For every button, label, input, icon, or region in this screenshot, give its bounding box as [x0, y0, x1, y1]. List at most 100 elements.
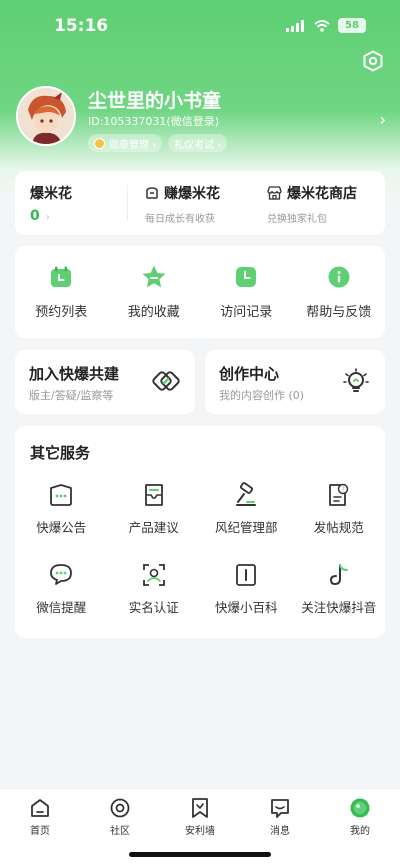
quick-item-reservations[interactable]: 预约列表: [15, 264, 108, 320]
status-time: 15:16: [54, 16, 109, 36]
service-posting-rules[interactable]: ? 发帖规范: [293, 482, 386, 536]
service-announcement[interactable]: 快爆公告: [15, 482, 108, 536]
service-label: 关注快爆抖音: [301, 600, 377, 615]
piggy-bank-icon: [146, 187, 158, 199]
book-icon: [236, 564, 257, 586]
clock-icon: [233, 264, 259, 290]
service-follow-douyin[interactable]: 关注快爆抖音: [293, 562, 386, 616]
status-icons: 58: [286, 18, 366, 33]
popcorn-shop-title-row: 爆米花商店: [267, 183, 357, 203]
shop-icon: [267, 186, 282, 200]
wechat-icon: [50, 564, 73, 585]
service-discipline[interactable]: 风纪管理部: [200, 482, 293, 536]
svg-text:?: ?: [341, 486, 345, 494]
quick-actions-card: 预约列表 我的收藏 访问记录 帮助与反馈: [15, 246, 385, 338]
creation-center-title: 创作中心: [219, 365, 280, 383]
join-co-build-card[interactable]: 加入快爆共建 版主/答疑/监察等: [15, 350, 195, 414]
calendar-icon: [48, 264, 74, 290]
etiquette-exam-tag[interactable]: 礼仪考试 ›: [168, 134, 228, 152]
medal-management-tag[interactable]: 勋章管理 ›: [88, 134, 163, 152]
popcorn-count-arrow: ›: [45, 212, 50, 223]
quick-item-favorites[interactable]: 我的收藏: [108, 264, 201, 320]
quick-item-history[interactable]: 访问记录: [200, 264, 293, 320]
profile-section[interactable]: 尘世里的小书童 ID:105337031(微信登录) 勋章管理 › 礼仪考试 ›…: [16, 86, 386, 156]
quick-item-help[interactable]: 帮助与反馈: [293, 264, 386, 320]
service-real-name-auth[interactable]: 实名认证: [108, 562, 201, 616]
quick-actions-grid: 预约列表 我的收藏 访问记录 帮助与反馈: [15, 264, 385, 320]
tab-label: 消息: [270, 826, 290, 837]
popcorn-count: 0 ›: [30, 208, 72, 224]
home-indicator[interactable]: [129, 852, 271, 857]
services-row: 微信提醒 实名认证 快爆小百科 关注快爆抖音: [15, 562, 385, 616]
popcorn-count-value: 0: [30, 208, 40, 224]
earn-popcorn-title-row: 赚爆米花: [145, 183, 220, 203]
face-scan-icon: [142, 564, 165, 586]
quick-label: 预约列表: [35, 305, 88, 320]
status-bar: 15:16 58: [0, 0, 400, 54]
service-encyclopedia[interactable]: 快爆小百科: [200, 562, 293, 616]
service-label: 发帖规范: [313, 520, 364, 535]
popcorn-shop-title: 爆米花商店: [287, 186, 357, 202]
popcorn-card: 爆米花 0 › 赚爆米花 每日成长有收获 爆米花商店 兑换独家礼包: [15, 171, 385, 235]
settings-hexagon-icon[interactable]: [362, 50, 384, 72]
quick-label: 帮助与反馈: [306, 305, 372, 320]
bookmark-icon: [192, 798, 208, 818]
earn-popcorn[interactable]: 赚爆米花 每日成长有收获: [145, 183, 220, 225]
chevron-right-icon[interactable]: ›: [380, 110, 386, 129]
service-label: 实名认证: [128, 600, 179, 615]
service-wechat-reminder[interactable]: 微信提醒: [15, 562, 108, 616]
service-label: 微信提醒: [36, 600, 87, 615]
popcorn-balance[interactable]: 爆米花 0 ›: [30, 183, 72, 224]
medal-icon: [94, 137, 105, 149]
profile-tags: 勋章管理 › 礼仪考试 ›: [88, 134, 228, 152]
community-icon: [110, 798, 130, 818]
rules-icon: ?: [328, 483, 348, 506]
star-icon: [141, 264, 167, 290]
service-label: 快爆小百科: [214, 600, 278, 615]
etiquette-exam-label: 礼仪考试 ›: [174, 139, 222, 151]
profile-name: 尘世里的小书童: [88, 90, 222, 112]
tab-label: 首页: [30, 826, 50, 837]
quick-label: 我的收藏: [127, 305, 180, 320]
gavel-icon: [236, 482, 257, 506]
creation-center-sub: 我的内容创作 (0): [219, 389, 305, 402]
avatar[interactable]: [16, 86, 76, 146]
popcorn-shop-sub: 兑换独家礼包: [267, 214, 327, 225]
tab-label: 社区: [110, 826, 130, 837]
avatar-illustration: [18, 88, 74, 144]
wifi-icon: [314, 19, 330, 32]
lightbulb-icon: [343, 368, 369, 392]
tab-label: 安利墙: [185, 826, 215, 837]
join-co-build-sub: 版主/答疑/监察等: [29, 389, 114, 402]
services-title: 其它服务: [30, 444, 91, 462]
handshake-icon: [152, 371, 180, 391]
earn-popcorn-sub: 每日成长有收获: [145, 214, 215, 225]
services-row: 快爆公告 产品建议 风纪管理部 ? 发帖规范: [15, 482, 385, 536]
tiktok-icon: [329, 564, 348, 586]
message-icon: [271, 799, 289, 818]
creation-center-card[interactable]: 创作中心 我的内容创作 (0): [205, 350, 385, 414]
popcorn-title: 爆米花: [30, 186, 72, 202]
tab-label: 我的: [350, 826, 370, 837]
medal-management-label: 勋章管理 ›: [109, 139, 157, 151]
battery-icon: 58: [338, 18, 366, 33]
divider: [127, 185, 128, 221]
tab-profile[interactable]: 我的: [320, 797, 400, 837]
join-co-build-title: 加入快爆共建: [29, 365, 120, 383]
tab-community[interactable]: 社区: [80, 797, 160, 837]
service-suggestion[interactable]: 产品建议: [108, 482, 201, 536]
suggestion-icon: [144, 484, 163, 506]
profile-id: ID:105337031(微信登录): [88, 115, 219, 128]
tab-recommend-wall[interactable]: 安利墙: [160, 797, 240, 837]
home-icon: [31, 799, 49, 817]
service-label: 风纪管理部: [214, 520, 278, 535]
info-icon: [326, 264, 352, 290]
quick-label: 访问记录: [220, 305, 273, 320]
tab-messages[interactable]: 消息: [240, 797, 320, 837]
popcorn-shop[interactable]: 爆米花商店 兑换独家礼包: [267, 183, 357, 225]
other-services-card: 其它服务 快爆公告 产品建议 风纪管理部 ? 发帖规范 微信提醒 实名认证 快爆…: [15, 426, 385, 638]
service-label: 产品建议: [128, 520, 179, 535]
earn-popcorn-title: 赚爆米花: [164, 186, 220, 202]
profile-icon: [350, 798, 370, 818]
tab-home[interactable]: 首页: [0, 797, 80, 837]
